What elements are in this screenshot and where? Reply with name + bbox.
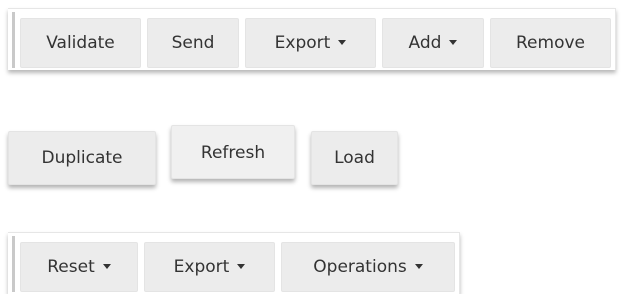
duplicate-button-label: Duplicate <box>41 148 123 168</box>
caret-down-icon <box>449 39 458 45</box>
caret-down-icon <box>414 263 423 269</box>
export-dropdown-label-secondary: Export <box>173 257 230 277</box>
load-button[interactable]: Load <box>311 131 398 185</box>
toolbar-secondary-grip[interactable] <box>12 236 15 292</box>
validate-button-label: Validate <box>46 33 115 53</box>
load-button-label: Load <box>334 148 375 168</box>
send-button-label: Send <box>171 33 215 53</box>
operations-dropdown-label: Operations <box>313 257 407 277</box>
export-dropdown-button-secondary[interactable]: Export <box>144 242 275 292</box>
caret-down-icon <box>102 263 111 269</box>
reset-dropdown-label: Reset <box>47 257 95 277</box>
remove-button[interactable]: Remove <box>490 18 611 68</box>
add-dropdown-button[interactable]: Add <box>382 18 484 68</box>
refresh-button-label: Refresh <box>200 143 266 163</box>
reset-dropdown-button[interactable]: Reset <box>20 242 138 292</box>
refresh-button[interactable]: Refresh <box>171 125 295 179</box>
export-dropdown-label: Export <box>274 33 331 53</box>
toolbar-primary-grip[interactable] <box>12 12 15 68</box>
caret-down-icon <box>338 39 347 45</box>
send-button[interactable]: Send <box>147 18 239 68</box>
duplicate-button[interactable]: Duplicate <box>8 131 156 185</box>
export-dropdown-button[interactable]: Export <box>245 18 376 68</box>
operations-dropdown-button[interactable]: Operations <box>281 242 455 292</box>
validate-button[interactable]: Validate <box>20 18 141 68</box>
remove-button-label: Remove <box>516 33 585 53</box>
add-dropdown-label: Add <box>408 33 442 53</box>
caret-down-icon <box>237 263 246 269</box>
